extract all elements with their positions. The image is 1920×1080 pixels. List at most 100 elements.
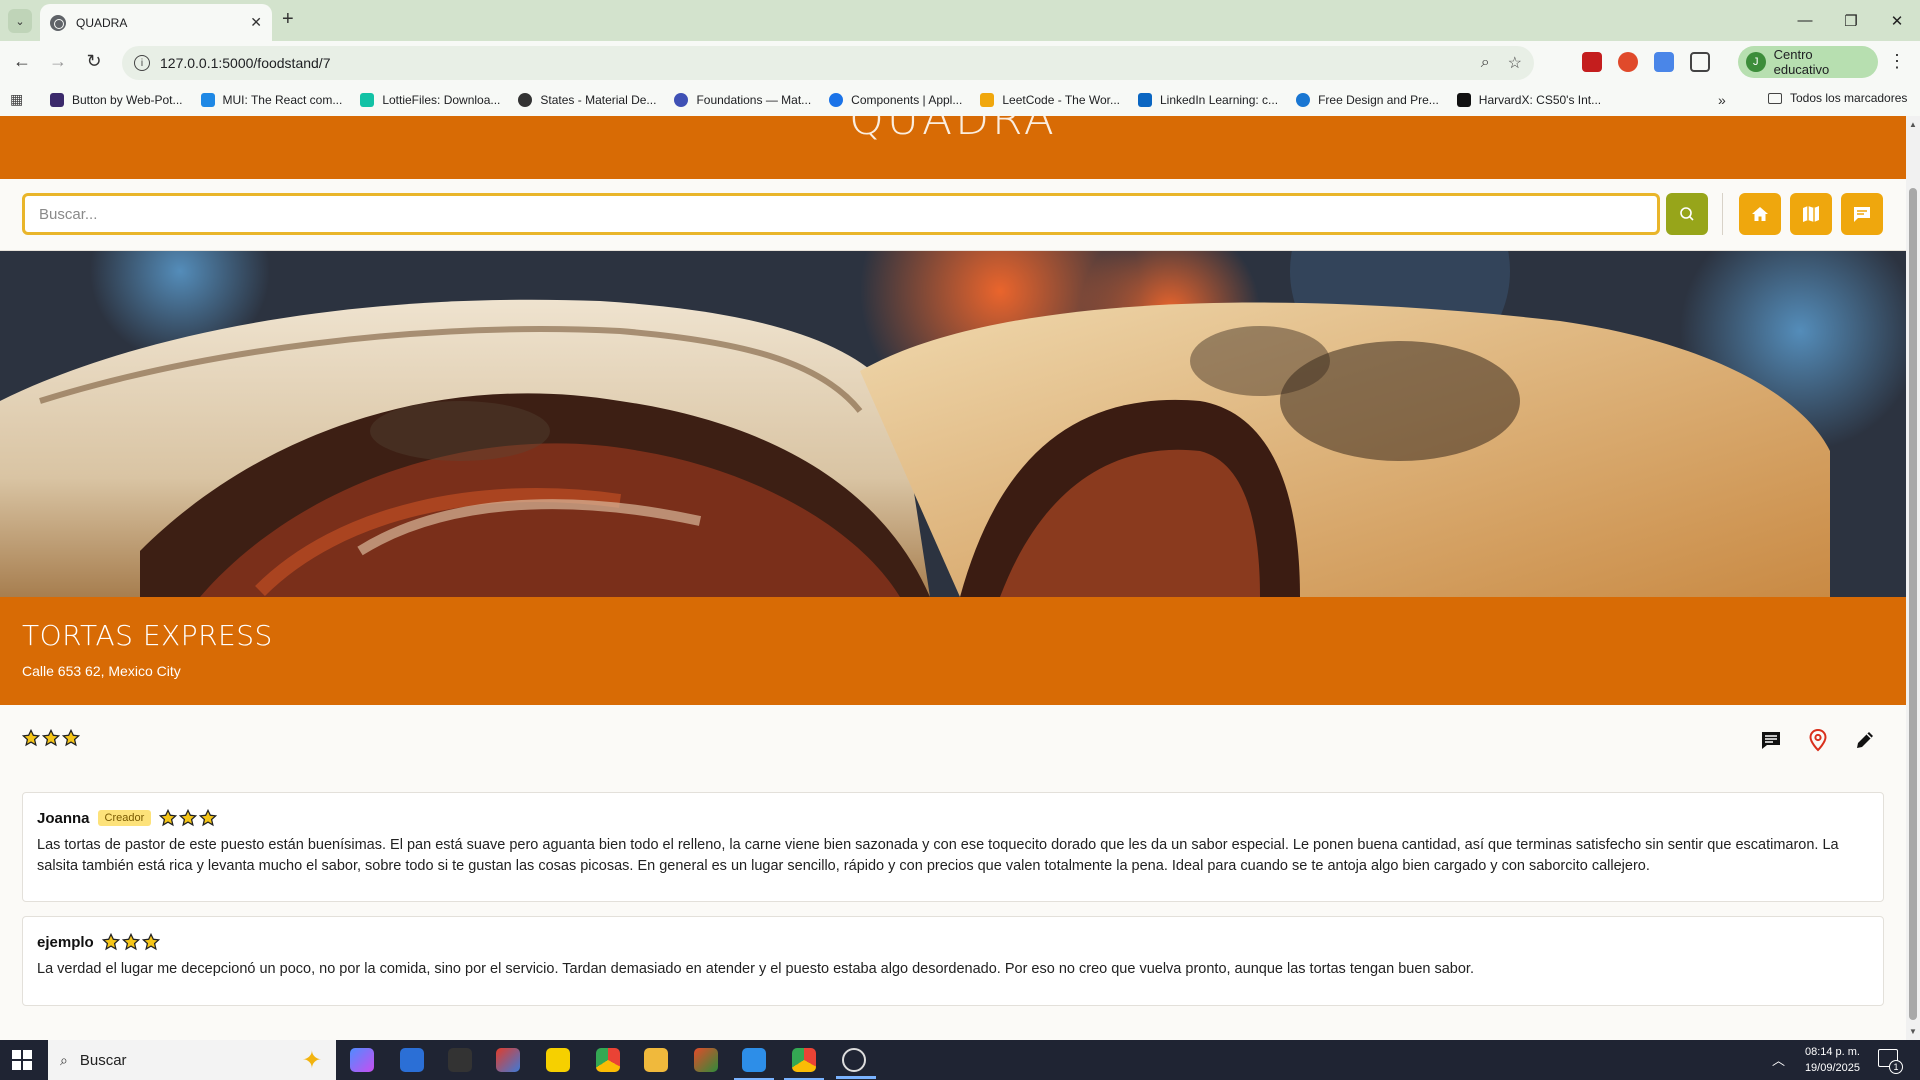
search-icon: ⌕: [60, 1051, 68, 1068]
notification-count: 1: [1889, 1060, 1903, 1074]
taskbar-search-box[interactable]: ⌕ Buscar ✦: [48, 1040, 336, 1080]
sticky-notes-app-icon[interactable]: [546, 1048, 570, 1072]
minimize-icon[interactable]: —: [1782, 0, 1828, 41]
star-icon: [42, 729, 60, 747]
bookmark-item[interactable]: LeetCode - The Wor...: [980, 93, 1120, 107]
star-icon: [141, 933, 160, 951]
map-button[interactable]: [1790, 193, 1832, 235]
scroll-up-arrow-icon[interactable]: ▲: [1909, 120, 1917, 129]
apps-grid-icon[interactable]: ▦: [10, 91, 28, 109]
stand-banner: TORTAS EXPRESS Calle 653 62, Mexico City: [0, 597, 1906, 705]
chrome-app-icon[interactable]: [596, 1048, 620, 1072]
stand-address: Calle 653 62, Mexico City: [22, 663, 181, 679]
bookmark-favicon: [518, 93, 533, 107]
location-pin-icon: [1809, 728, 1827, 752]
bookmark-label: Components | Appl...: [851, 93, 963, 107]
bookmark-label: Foundations — Mat...: [696, 93, 812, 107]
profile-avatar: J: [1746, 52, 1766, 72]
zoom-magnifier-icon[interactable]: ⌕: [1481, 54, 1490, 72]
star-icon: [199, 809, 218, 827]
bookmark-favicon: [674, 93, 689, 107]
address-bar[interactable]: i 127.0.0.1:5000/foodstand/7 ⌕ ☆: [122, 46, 1534, 80]
bookmark-item[interactable]: HarvardX: CS50's Int...: [1456, 93, 1602, 107]
page-scrollbar[interactable]: ▲ ▼: [1906, 116, 1920, 1040]
site-header: QUADRA: [0, 116, 1906, 179]
app-icon[interactable]: [836, 1048, 876, 1079]
bookmark-item[interactable]: Free Design and Pre...: [1296, 93, 1439, 107]
toolbar-divider: [1722, 193, 1723, 235]
reload-icon[interactable]: ↻: [82, 51, 106, 72]
back-arrow-icon[interactable]: ←: [10, 51, 34, 72]
bookmark-favicon: [360, 93, 375, 107]
url-text[interactable]: 127.0.0.1:5000/foodstand/7: [160, 55, 1463, 71]
forward-arrow-icon[interactable]: →: [46, 51, 70, 72]
bookmark-item[interactable]: Foundations — Mat...: [674, 93, 811, 107]
site-info-icon[interactable]: i: [134, 55, 150, 71]
taskbar-search-label: Buscar: [79, 1051, 127, 1069]
messages-button[interactable]: [1841, 193, 1883, 235]
star-icon: [22, 729, 40, 747]
new-tab-plus-icon[interactable]: +: [282, 8, 294, 31]
app-icon[interactable]: [496, 1048, 520, 1072]
copilot-app-icon[interactable]: [350, 1048, 374, 1072]
bookmark-item[interactable]: MUI: The React com...: [200, 93, 342, 107]
profile-button[interactable]: J Centro educativo: [1738, 46, 1878, 78]
bookmark-star-icon[interactable]: ☆: [1508, 53, 1522, 73]
browser-tabstrip: ⌄ QUADRA ✕ + — ❐ ✕: [0, 0, 1920, 41]
bookmark-item[interactable]: Components | Appl...: [829, 93, 962, 107]
bookmark-item[interactable]: Button by Web-Pot...: [50, 93, 183, 107]
app-icon[interactable]: [448, 1048, 472, 1072]
bookmark-label: LeetCode - The Wor...: [1002, 93, 1120, 107]
edit-button[interactable]: [1852, 727, 1878, 753]
tray-chevron-up-icon[interactable]: ︿: [1772, 1050, 1785, 1069]
more-bookmarks-chevron-icon[interactable]: »: [1718, 92, 1726, 108]
home-button[interactable]: [1739, 193, 1781, 235]
review-header: Joanna Creador: [37, 809, 1869, 827]
review-card: Joanna Creador Las tortas de pastor de e…: [22, 792, 1884, 902]
scroll-down-arrow-icon[interactable]: ▼: [1909, 1027, 1917, 1036]
comment-icon: [1762, 732, 1780, 749]
bookmark-label: LottieFiles: Downloa...: [382, 93, 501, 107]
search-icon: [1680, 207, 1694, 221]
extensions-puzzle-icon[interactable]: [1690, 52, 1710, 72]
location-button[interactable]: [1805, 727, 1831, 753]
megaphone-extension-icon[interactable]: [1618, 52, 1638, 72]
star-icon: [121, 933, 140, 951]
restore-icon[interactable]: ❐: [1828, 0, 1874, 41]
bookmark-item[interactable]: LottieFiles: Downloa...: [360, 93, 500, 107]
taskbar-clock[interactable]: 08:14 p. m. 19/09/2025: [1800, 1044, 1860, 1076]
store-app-icon[interactable]: [400, 1048, 424, 1072]
file-explorer-app-icon[interactable]: [644, 1048, 668, 1072]
site-brand[interactable]: QUADRA: [0, 116, 1906, 145]
translate-extension-icon[interactable]: [1654, 52, 1674, 72]
bookmark-favicon: [1456, 93, 1471, 107]
chrome-active-app-icon[interactable]: [784, 1048, 824, 1080]
vscode-app-icon[interactable]: [734, 1048, 774, 1080]
tab-search-chevron-icon[interactable]: ⌄: [8, 9, 32, 33]
browser-menu-icon[interactable]: ⋮: [1888, 51, 1906, 72]
close-tab-icon[interactable]: ✕: [250, 14, 262, 31]
sparkle-icon: ✦: [301, 1047, 322, 1074]
bookmark-favicon: [1296, 93, 1311, 107]
scrollbar-thumb[interactable]: [1909, 188, 1917, 1020]
pdf-extension-icon[interactable]: [1582, 52, 1602, 72]
browser-tab-active[interactable]: QUADRA ✕: [40, 4, 272, 41]
comment-button[interactable]: [1758, 727, 1784, 753]
edit-pencil-icon: [1857, 732, 1873, 748]
stand-name: TORTAS EXPRESS: [22, 619, 273, 652]
search-button[interactable]: [1666, 193, 1708, 235]
window-controls: — ❐ ✕: [1782, 0, 1920, 41]
search-input[interactable]: [22, 193, 1660, 235]
bookmark-label: LinkedIn Learning: c...: [1159, 93, 1279, 107]
clock-time: 08:14 p. m.: [1804, 1046, 1860, 1058]
windows-start-icon[interactable]: [12, 1050, 32, 1070]
bookmark-label: HarvardX: CS50's Int...: [1478, 93, 1602, 107]
review-header: ejemplo: [37, 933, 1869, 951]
bookmark-item[interactable]: LinkedIn Learning: c...: [1137, 93, 1279, 107]
window-close-icon[interactable]: ✕: [1874, 0, 1920, 41]
bookmark-favicon: [829, 93, 844, 107]
bookmark-item[interactable]: States - Material De...: [518, 93, 656, 107]
all-bookmarks-button[interactable]: Todos los marcadores: [1768, 91, 1907, 105]
app-icon[interactable]: [694, 1048, 718, 1072]
review-rating-stars: [159, 809, 218, 827]
